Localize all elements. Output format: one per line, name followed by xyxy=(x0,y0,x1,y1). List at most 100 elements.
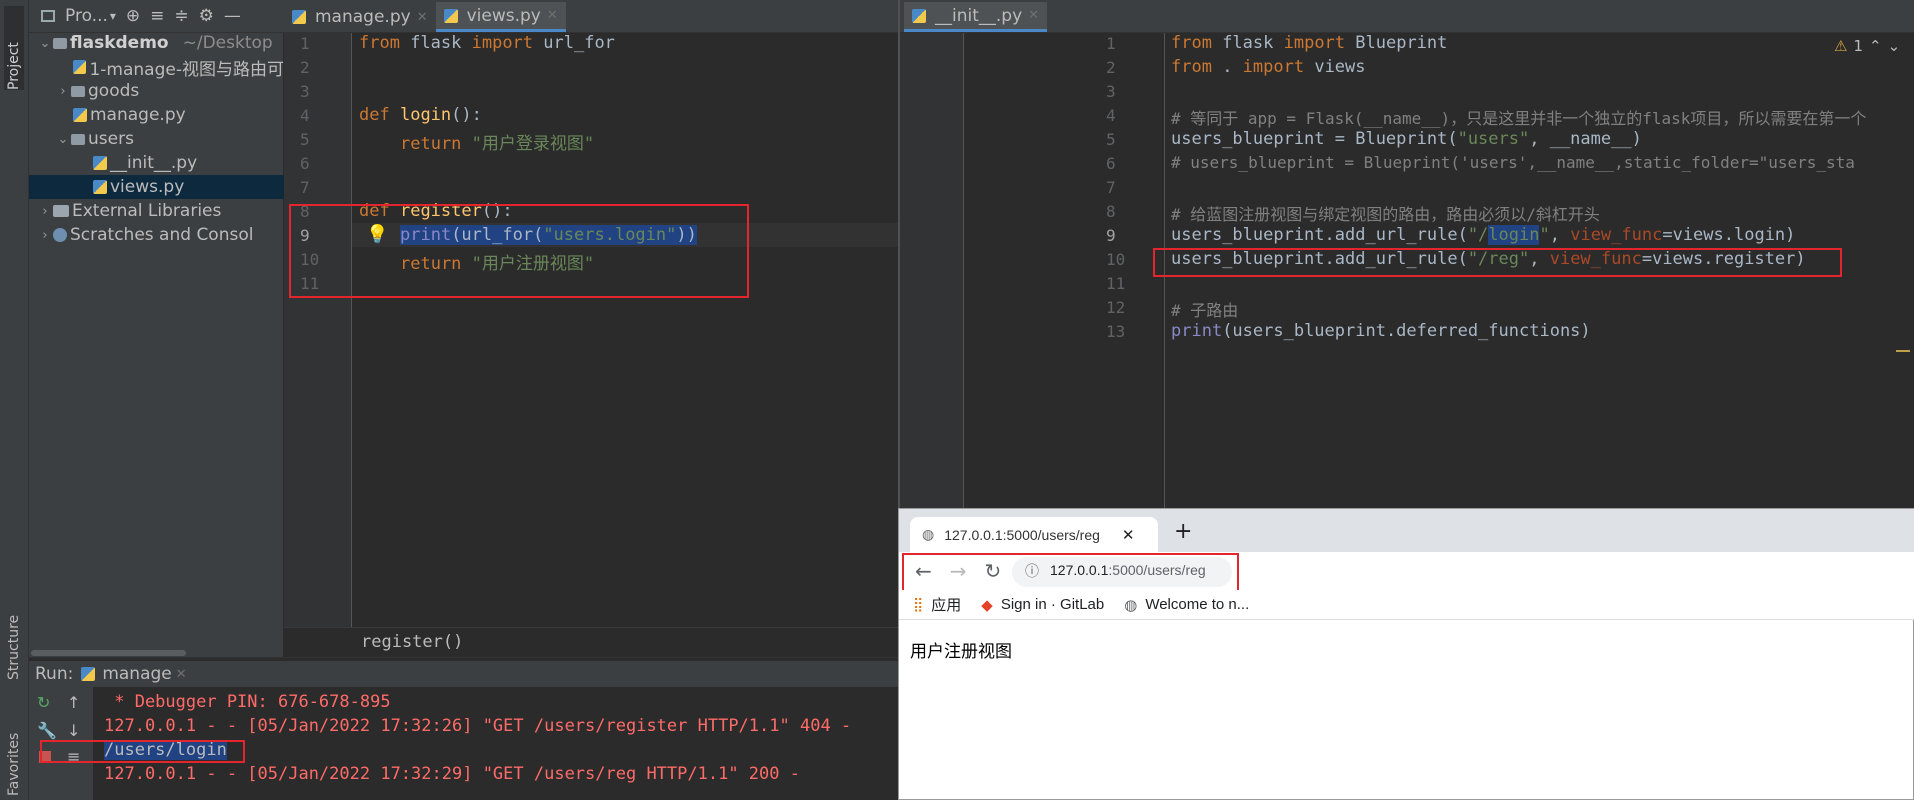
line-number: 11 xyxy=(1106,274,1126,293)
library-icon xyxy=(53,205,69,217)
new-tab-icon[interactable]: + xyxy=(1174,519,1192,544)
project-tool-tab[interactable]: Project xyxy=(4,6,24,90)
code-line-5: return "用户登录视图" xyxy=(400,134,595,154)
right-editor-area-left[interactable] xyxy=(964,33,1164,508)
tree-item-label: users xyxy=(88,129,134,149)
bookmark-welcome[interactable]: ◍ Welcome to n... xyxy=(1124,596,1249,614)
line-number: 6 xyxy=(300,154,310,173)
code-line-4: def login(): xyxy=(359,105,482,125)
horizontal-scrollbar[interactable] xyxy=(31,650,186,656)
close-icon[interactable]: ✕ xyxy=(547,8,558,23)
run-panel-header: Run: manage ✕ xyxy=(29,661,900,687)
arrow-up-icon[interactable]: ↑ xyxy=(67,693,80,712)
tree-item-init-py[interactable]: __init__.py xyxy=(29,151,284,175)
line-number: 1 xyxy=(300,34,310,53)
project-view-icon xyxy=(41,10,55,22)
expand-all-icon[interactable]: ≡ xyxy=(150,6,164,26)
tree-item-goods[interactable]: › goods xyxy=(29,79,284,103)
tree-item-path: ~/Desktop xyxy=(182,33,273,53)
structure-tool-tab[interactable]: Structure xyxy=(4,586,24,680)
python-file-icon xyxy=(443,8,458,23)
favorites-tool-tab[interactable]: Favorites xyxy=(4,700,24,796)
warning-icon: ⚠ xyxy=(1834,37,1848,55)
chevron-right-icon[interactable]: › xyxy=(55,84,71,99)
console-line: 127.0.0.1 - - [05/Jan/2022 17:32:26] "GE… xyxy=(104,716,852,736)
tree-item-label: manage.py xyxy=(90,105,186,125)
browser-tab[interactable]: ◍ 127.0.0.1:5000/users/reg ✕ xyxy=(910,517,1158,552)
bookmark-gitlab[interactable]: ◆ Sign in · GitLab xyxy=(981,596,1104,614)
chevron-right-icon[interactable]: › xyxy=(37,228,53,243)
browser-tab-title: 127.0.0.1:5000/users/reg xyxy=(944,526,1100,543)
rerun-icon[interactable]: ↻ xyxy=(37,693,50,712)
chevron-down-icon[interactable]: ⌄ xyxy=(55,132,71,147)
inspection-widget[interactable]: ⚠ 1 ⌃ ⌄ xyxy=(1834,37,1900,55)
code-line-9: users_blueprint.add_url_rule("/login", v… xyxy=(1171,225,1796,245)
code-line-1: from flask import url_for xyxy=(359,33,615,53)
line-number: 8 xyxy=(1106,202,1116,221)
run-config-tab[interactable]: manage ✕ xyxy=(81,664,187,684)
tab-manage-py[interactable]: manage.py ✕ xyxy=(284,2,436,32)
tree-item-manage-doc[interactable]: 1-manage-视图与路由可 xyxy=(29,55,284,79)
tree-item-users[interactable]: ⌄ users xyxy=(29,127,284,151)
chevron-down-icon[interactable]: ⌄ xyxy=(37,36,53,51)
line-number: 4 xyxy=(300,106,310,125)
python-file-icon xyxy=(81,667,96,681)
python-file-icon xyxy=(93,156,107,170)
line-number: 3 xyxy=(1106,82,1116,101)
chevron-down-icon[interactable]: ⌄ xyxy=(1888,37,1901,55)
tab-label: manage.py xyxy=(315,7,411,27)
bookmark-label: 应用 xyxy=(931,597,962,614)
code-line-2: from . import views xyxy=(1171,57,1366,77)
bookmark-apps[interactable]: ⣿ 应用 xyxy=(913,594,961,615)
console-line: 127.0.0.1 - - [05/Jan/2022 17:32:29] "GE… xyxy=(104,764,800,784)
close-icon[interactable]: ✕ xyxy=(1122,526,1135,544)
console-line: * Debugger PIN: 676-678-895 xyxy=(104,692,391,712)
tree-item-external-libraries[interactable]: › External Libraries xyxy=(29,199,284,223)
project-tab-label: Project xyxy=(6,42,22,90)
left-editor-tabbar: manage.py ✕ views.py ✕ xyxy=(284,0,898,33)
tab-views-py[interactable]: views.py ✕ xyxy=(435,2,566,32)
chevron-down-icon[interactable]: ▾ xyxy=(110,9,116,23)
breadcrumb[interactable]: register() xyxy=(361,632,463,652)
line-number: 5 xyxy=(300,130,310,149)
code-line-6: # users_blueprint = Blueprint('users',__… xyxy=(1171,153,1855,172)
arrow-down-icon[interactable]: ↓ xyxy=(67,721,80,740)
bookmarks-bar: ⣿ 应用 ◆ Sign in · GitLab ◍ Welcome to n..… xyxy=(899,590,1914,620)
error-stripe-mark[interactable] xyxy=(1896,350,1910,352)
python-file-icon xyxy=(93,180,107,194)
line-number: 1 xyxy=(1106,34,1116,53)
wrench-icon[interactable]: 🔧 xyxy=(37,721,57,740)
locate-icon[interactable]: ⊕ xyxy=(126,6,140,26)
chevron-up-icon[interactable]: ⌃ xyxy=(1869,37,1882,55)
highlight-box-console xyxy=(40,740,245,763)
code-line-4: # 等同于 app = Flask(__name__)，只是这里并非一个独立的f… xyxy=(1171,109,1867,128)
python-file-icon xyxy=(912,8,926,23)
tab-init-py[interactable]: __init__.py ✕ xyxy=(904,2,1048,32)
python-file-icon xyxy=(292,10,306,24)
line-number: 9 xyxy=(1106,226,1116,245)
line-number: 6 xyxy=(1106,154,1116,173)
close-icon[interactable]: ✕ xyxy=(176,667,187,682)
close-icon[interactable]: ✕ xyxy=(417,10,428,25)
folder-icon xyxy=(71,85,85,97)
tree-item-label: flaskdemo xyxy=(70,33,169,53)
breadcrumb-bar: register() xyxy=(284,627,898,657)
close-icon[interactable]: ✕ xyxy=(1028,8,1039,23)
tree-item-scratches[interactable]: › Scratches and Consol xyxy=(29,223,284,247)
scratches-icon xyxy=(53,228,67,242)
tree-item-views-py[interactable]: views.py xyxy=(29,175,284,199)
python-file-icon xyxy=(73,108,87,122)
gitlab-icon: ◆ xyxy=(981,596,993,614)
collapse-all-icon[interactable]: ≑ xyxy=(174,6,188,26)
bookmark-label: Welcome to n... xyxy=(1145,596,1250,613)
run-config-label: manage xyxy=(102,664,172,684)
tree-item-manage-py[interactable]: manage.py xyxy=(29,103,284,127)
globe-icon: ◍ xyxy=(1124,596,1138,614)
minimize-icon[interactable]: — xyxy=(224,6,241,26)
gear-icon[interactable]: ⚙ xyxy=(199,6,214,26)
warning-count: 1 xyxy=(1853,37,1863,55)
tree-item-label: 1-manage-视图与路由可 xyxy=(89,59,284,80)
tree-item-flaskdemo[interactable]: ⌄ flaskdemo ~/Desktop xyxy=(29,31,284,55)
chevron-right-icon[interactable]: › xyxy=(37,204,53,219)
project-view-title[interactable]: Pro... xyxy=(65,6,108,26)
